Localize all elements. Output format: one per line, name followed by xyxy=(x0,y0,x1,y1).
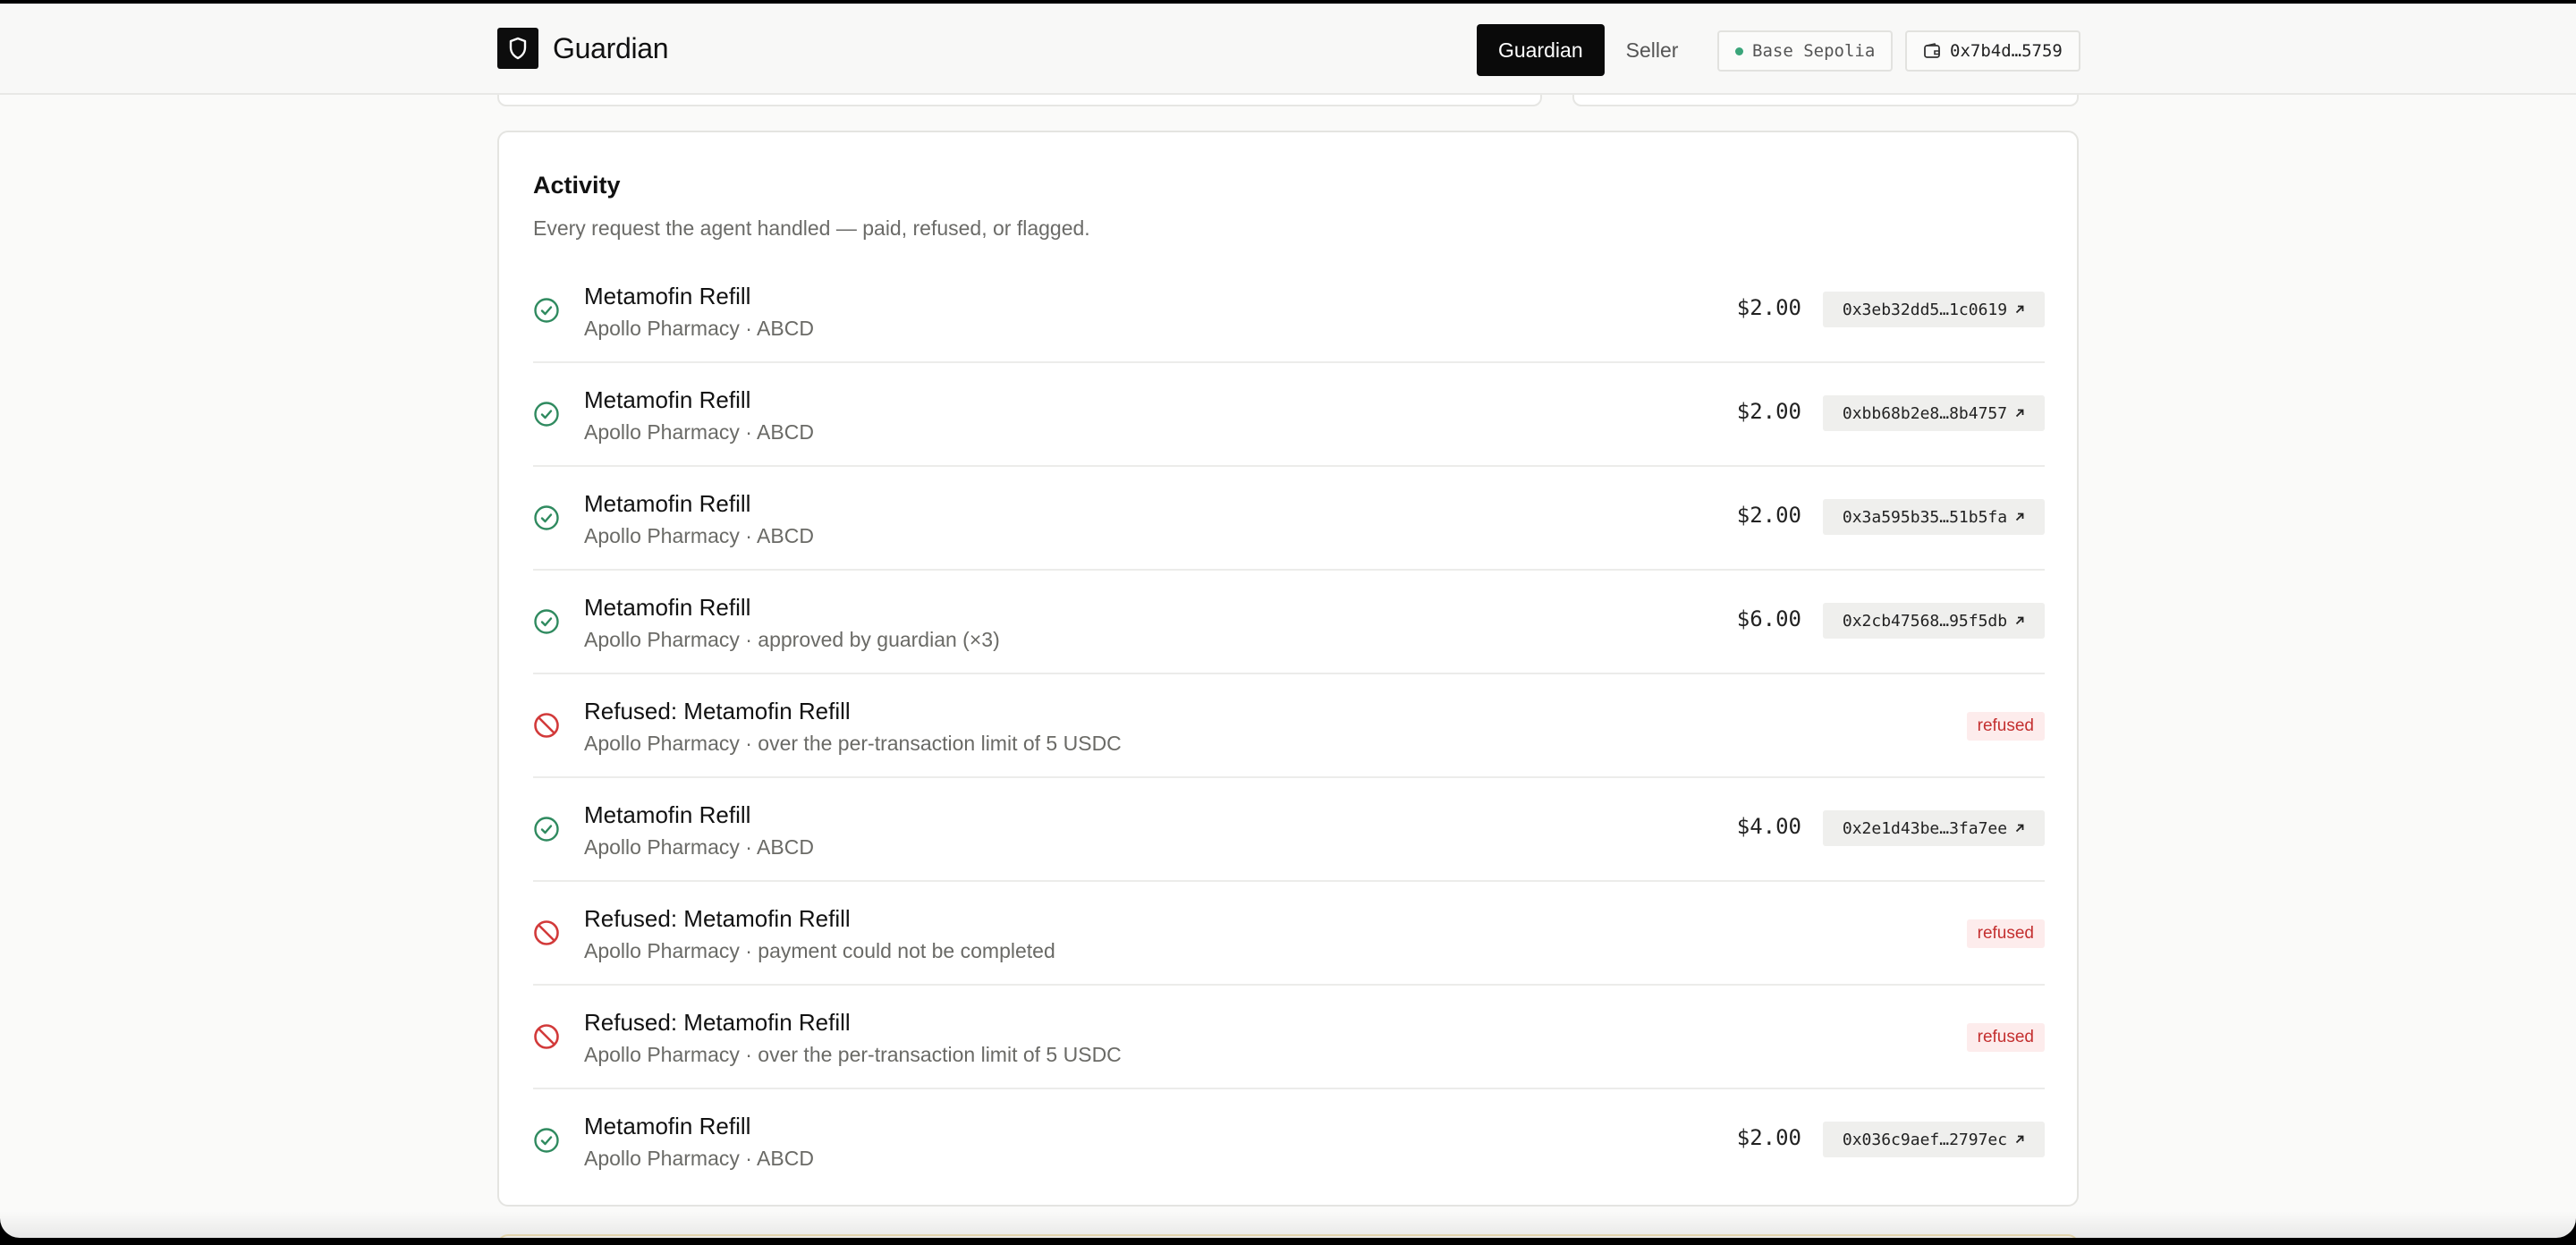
tx-hash: 0x2cb47568…95f5db xyxy=(1842,611,2008,631)
activity-row: Metamofin Refill Apollo Pharmacy · ABCD … xyxy=(533,778,2045,882)
tx-link[interactable]: 0x036c9aef…2797ec xyxy=(1823,1122,2045,1157)
row-amount: $2.00 xyxy=(1736,503,1801,528)
row-amount: $2.00 xyxy=(1736,1125,1801,1150)
network-chip[interactable]: Base Sepolia xyxy=(1717,30,1894,72)
tx-link[interactable]: 0x3a595b35…51b5fa xyxy=(1823,499,2045,535)
tx-hash: 0x3eb32dd5…1c0619 xyxy=(1842,300,2008,319)
bottom-shade xyxy=(0,1211,2576,1238)
tx-hash: 0x036c9aef…2797ec xyxy=(1842,1130,2008,1149)
ban-icon xyxy=(533,919,560,946)
row-title: Metamofin Refill xyxy=(584,490,751,517)
row-amount: $2.00 xyxy=(1736,295,1801,320)
activity-row: Metamofin Refill Apollo Pharmacy · ABCD … xyxy=(533,259,2045,363)
row-meta: Apollo Pharmacy · ABCD xyxy=(584,420,814,444)
arrow-up-right-icon xyxy=(2007,301,2025,319)
network-status-dot xyxy=(1735,47,1743,55)
main-nav: Guardian Seller xyxy=(1477,22,1699,78)
check-circle-icon xyxy=(533,504,560,531)
app-viewport: Guardian Guardian Seller Base Sepolia 0x… xyxy=(0,4,2576,1238)
tx-link[interactable]: 0x3eb32dd5…1c0619 xyxy=(1823,292,2045,327)
row-title: Metamofin Refill xyxy=(584,283,751,309)
arrow-up-right-icon xyxy=(2007,819,2025,838)
arrow-up-right-icon xyxy=(2007,1131,2025,1149)
tx-hash: 0xbb68b2e8…8b4757 xyxy=(1842,403,2008,423)
row-amount: $6.00 xyxy=(1736,606,1801,631)
activity-card: Activity Every request the agent handled… xyxy=(497,131,2079,1207)
ban-icon xyxy=(533,1023,560,1050)
row-title: Metamofin Refill xyxy=(584,1113,751,1139)
row-meta: Apollo Pharmacy · over the per-transacti… xyxy=(584,732,1122,755)
activity-subtitle: Every request the agent handled — paid, … xyxy=(533,216,1090,240)
nav-guardian[interactable]: Guardian xyxy=(1477,24,1605,76)
row-title: Metamofin Refill xyxy=(584,386,751,413)
brand-name: Guardian xyxy=(553,31,669,64)
arrow-up-right-icon xyxy=(2007,404,2025,423)
refused-badge: refused xyxy=(1966,712,2045,741)
row-title: Metamofin Refill xyxy=(584,594,751,621)
activity-row: Refused: Metamofin Refill Apollo Pharmac… xyxy=(533,986,2045,1089)
row-title: Refused: Metamofin Refill xyxy=(584,1009,851,1036)
row-meta: Apollo Pharmacy · ABCD xyxy=(584,1147,814,1170)
wallet-chip[interactable]: 0x7b4d…5759 xyxy=(1905,30,2080,72)
tx-hash: 0x3a595b35…51b5fa xyxy=(1842,507,2008,527)
row-meta: Apollo Pharmacy · payment could not be c… xyxy=(584,939,1055,962)
nav-seller[interactable]: Seller xyxy=(1605,24,1700,76)
activity-row: Metamofin Refill Apollo Pharmacy · ABCD … xyxy=(533,363,2045,467)
tx-link[interactable]: 0xbb68b2e8…8b4757 xyxy=(1823,395,2045,431)
wallet-address: 0x7b4d…5759 xyxy=(1950,41,2063,61)
check-circle-icon xyxy=(533,401,560,428)
arrow-up-right-icon xyxy=(2007,612,2025,631)
wallet-icon xyxy=(1924,43,1940,58)
activity-row: Metamofin Refill Apollo Pharmacy · appro… xyxy=(533,571,2045,674)
check-circle-icon xyxy=(533,816,560,843)
activity-row: Metamofin Refill Apollo Pharmacy · ABCD … xyxy=(533,467,2045,571)
activity-title: Activity xyxy=(533,172,621,199)
activity-list: Metamofin Refill Apollo Pharmacy · ABCD … xyxy=(533,259,2045,1193)
row-meta: Apollo Pharmacy · approved by guardian (… xyxy=(584,628,1000,651)
brand[interactable]: Guardian xyxy=(497,28,669,69)
ban-icon xyxy=(533,712,560,739)
row-meta: Apollo Pharmacy · ABCD xyxy=(584,524,814,547)
row-amount: $4.00 xyxy=(1736,814,1801,839)
refused-badge: refused xyxy=(1966,919,2045,948)
check-circle-icon xyxy=(533,608,560,635)
activity-row: Refused: Metamofin Refill Apollo Pharmac… xyxy=(533,882,2045,986)
refused-badge: refused xyxy=(1966,1023,2045,1052)
check-circle-icon xyxy=(533,1127,560,1154)
network-label: Base Sepolia xyxy=(1752,41,1876,61)
row-title: Refused: Metamofin Refill xyxy=(584,698,851,724)
arrow-up-right-icon xyxy=(2007,508,2025,527)
shield-icon xyxy=(497,28,538,69)
tx-link[interactable]: 0x2cb47568…95f5db xyxy=(1823,603,2045,639)
row-title: Metamofin Refill xyxy=(584,801,751,828)
tx-link[interactable]: 0x2e1d43be…3fa7ee xyxy=(1823,810,2045,846)
row-meta: Apollo Pharmacy · over the per-transacti… xyxy=(584,1043,1122,1066)
row-amount: $2.00 xyxy=(1736,399,1801,424)
row-meta: Apollo Pharmacy · ABCD xyxy=(584,835,814,859)
check-circle-icon xyxy=(533,297,560,324)
tx-hash: 0x2e1d43be…3fa7ee xyxy=(1842,818,2008,838)
row-meta: Apollo Pharmacy · ABCD xyxy=(584,317,814,340)
activity-row: Refused: Metamofin Refill Apollo Pharmac… xyxy=(533,674,2045,778)
top-header: Guardian Guardian Seller Base Sepolia 0x… xyxy=(0,4,2576,95)
activity-row: Metamofin Refill Apollo Pharmacy · ABCD … xyxy=(533,1089,2045,1193)
row-title: Refused: Metamofin Refill xyxy=(584,905,851,932)
